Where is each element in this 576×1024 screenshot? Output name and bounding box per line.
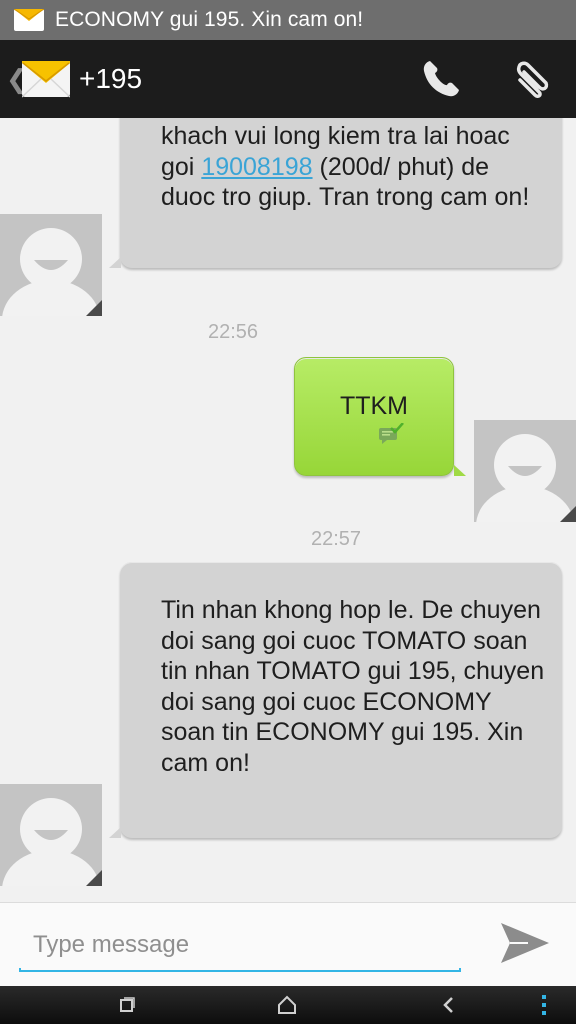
incoming-message-bubble[interactable]: khach vui long kiem tra lai hoac goi 190… [120, 118, 562, 268]
outgoing-message-bubble[interactable]: TTKM [294, 357, 454, 476]
phone-number-link[interactable]: 19008198 [201, 153, 312, 181]
contact-name[interactable]: +195 [79, 63, 142, 95]
back-icon[interactable] [437, 993, 461, 1017]
paperclip-icon[interactable] [506, 54, 556, 104]
recent-apps-icon[interactable] [114, 993, 138, 1017]
status-bar: ECONOMY gui 195. Xin cam on! [0, 0, 576, 40]
compose-bar [0, 902, 576, 986]
message-text: TTKM [339, 392, 409, 420]
phone-icon[interactable] [416, 54, 466, 104]
delivered-check-icon [378, 422, 404, 445]
contact-avatar[interactable] [0, 214, 102, 316]
person-icon [474, 420, 576, 522]
send-icon[interactable] [498, 919, 552, 967]
contact-avatar[interactable] [0, 784, 102, 886]
navigation-bar [0, 986, 576, 1024]
message-timestamp: 22:57 [311, 528, 362, 550]
menu-icon[interactable] [532, 993, 556, 1017]
self-avatar[interactable] [474, 420, 576, 522]
message-timestamp: 22:56 [208, 321, 259, 343]
up-caret-icon[interactable]: ❮ [6, 64, 28, 95]
message-list[interactable]: khach vui long kiem tra lai hoac goi 190… [0, 118, 576, 902]
notification-text: ECONOMY gui 195. Xin cam on! [55, 8, 364, 31]
person-icon [0, 784, 102, 886]
home-icon[interactable] [275, 993, 299, 1017]
action-bar: ❮ +195 [0, 40, 576, 118]
envelope-icon [13, 8, 45, 31]
input-underline [19, 968, 461, 972]
bubble-tail [109, 827, 121, 838]
envelope-icon[interactable] [21, 57, 71, 101]
incoming-message-bubble[interactable]: Tin nhan khong hop le. De chuyen doi san… [120, 562, 562, 838]
bubble-tail [109, 257, 121, 268]
bubble-tail [454, 465, 466, 476]
message-text: Tin nhan khong hop le. De chuyen doi san… [161, 596, 545, 777]
message-input[interactable] [19, 923, 461, 967]
person-icon [0, 214, 102, 316]
